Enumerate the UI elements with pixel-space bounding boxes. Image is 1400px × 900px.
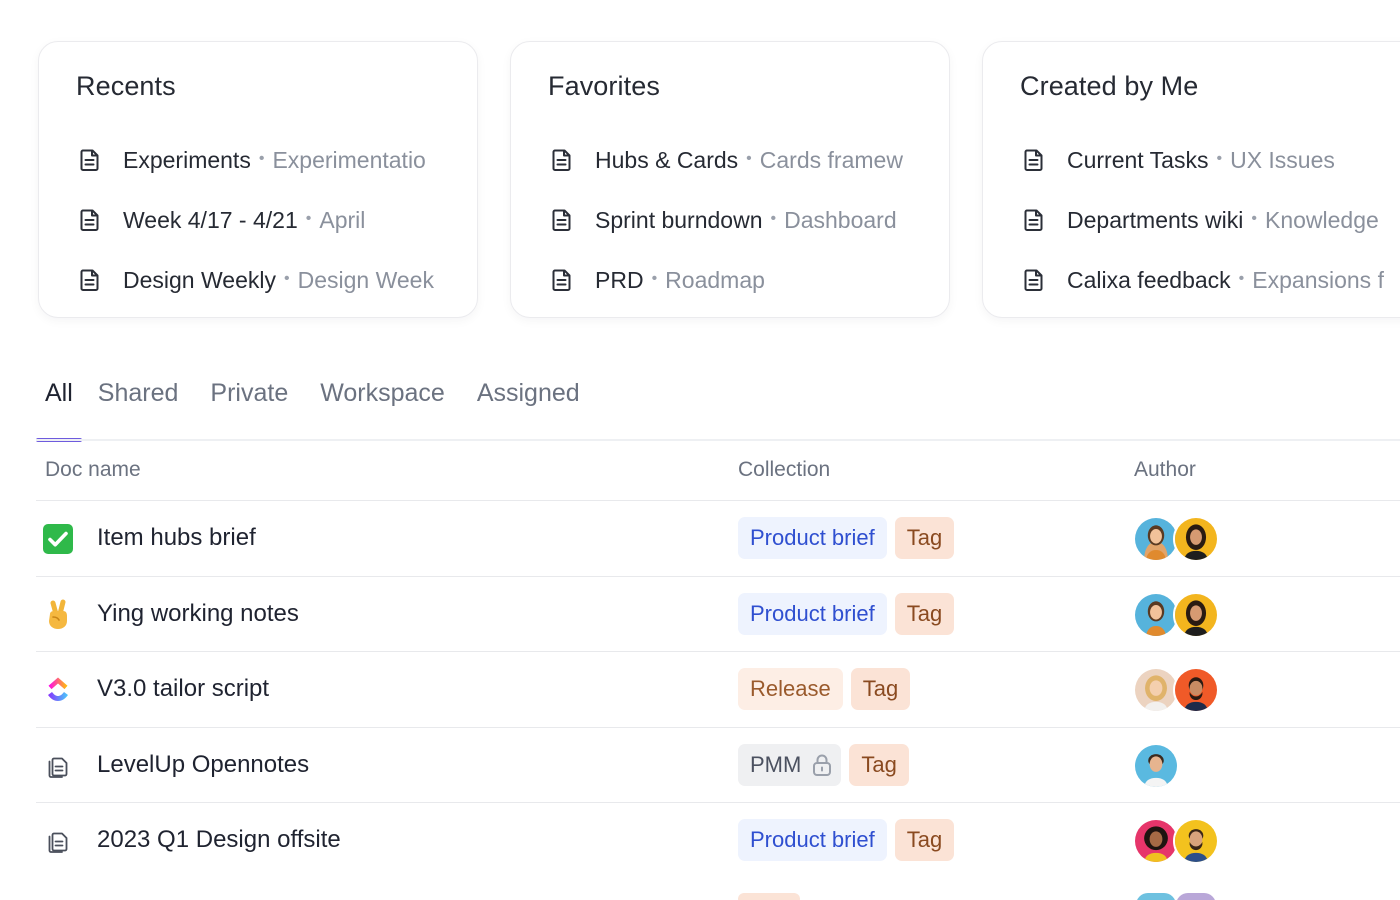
separator-dot: •	[1251, 210, 1257, 227]
favorites-card: Favorites Hubs & Cards • Cards framew Sp…	[510, 41, 950, 318]
item-location: Design Week	[297, 266, 434, 293]
document-icon	[1021, 267, 1047, 293]
favorite-item[interactable]: Sprint burndown • Dashboard	[549, 190, 929, 250]
doc-name: Item hubs brief	[97, 524, 256, 551]
tag-pill[interactable]: Tag	[849, 743, 909, 786]
collection-pill[interactable]: Product brief	[738, 592, 887, 635]
collection-pill[interactable]: Release	[738, 668, 843, 710]
item-location: April	[319, 206, 366, 233]
separator-dot: •	[770, 210, 777, 227]
separator-dot: •	[1238, 270, 1245, 287]
column-header-author[interactable]: Author	[1134, 458, 1196, 482]
card-title: Favorites	[548, 71, 660, 101]
doc-name: LevelUp Opennotes	[97, 750, 310, 778]
clickup-logo-icon	[42, 674, 74, 706]
documents-icon	[42, 750, 74, 782]
collection-pill[interactable]: Product brief	[738, 517, 887, 559]
tag-pill[interactable]: Tag	[894, 592, 955, 635]
table-row[interactable]: Ying working notes Product brief Tag	[36, 577, 1400, 652]
tab-private[interactable]: Private	[194, 372, 304, 442]
document-icon	[77, 267, 103, 293]
tag-pill[interactable]: Tag	[850, 668, 911, 710]
item-location: Roadmap	[665, 266, 765, 293]
tag-pill[interactable]: Tag	[894, 517, 955, 559]
item-location: UX Issues	[1230, 146, 1335, 173]
separator-dot: •	[651, 270, 658, 287]
collection-pill[interactable]: PMM	[738, 743, 842, 786]
avatar[interactable]	[1173, 667, 1219, 713]
created-item[interactable]: Departments wiki • Knowledge	[1021, 190, 1400, 250]
document-icon	[549, 207, 575, 233]
tab-shared[interactable]: Shared	[82, 372, 195, 442]
tab-assigned[interactable]: Assigned	[461, 372, 596, 442]
item-location: Knowledge	[1265, 206, 1379, 233]
next-row-avatar-edge	[1136, 893, 1176, 900]
document-icon	[77, 147, 103, 173]
favorite-item[interactable]: Hubs & Cards • Cards framew	[549, 130, 929, 190]
item-name: Calixa feedback	[1067, 266, 1231, 293]
check-emoji-icon	[42, 523, 74, 555]
doc-name: Ying working notes	[97, 599, 299, 627]
card-title: Recents	[76, 71, 176, 101]
separator-dot: •	[258, 150, 265, 167]
collection-label: PMM	[750, 751, 802, 777]
column-header-doc-name[interactable]: Doc name	[45, 458, 141, 482]
item-name: Departments wiki	[1067, 206, 1244, 233]
recent-item[interactable]: Design Weekly • Design Week	[77, 250, 457, 310]
item-name: Experiments	[123, 146, 251, 173]
document-icon	[1021, 207, 1047, 233]
table-header: Doc name Collection Author	[36, 441, 1400, 501]
item-location: Expansions f	[1252, 266, 1384, 293]
favorite-item[interactable]: PRD • Roadmap	[549, 250, 929, 310]
recents-card: Recents Experiments • Experimentatio Wee…	[38, 41, 478, 318]
item-name: PRD	[595, 266, 644, 293]
doc-name: 2023 Q1 Design offsite	[97, 826, 341, 853]
card-title: Created by Me	[1020, 71, 1199, 101]
document-icon	[77, 207, 103, 233]
tab-all[interactable]: All	[36, 372, 82, 442]
docs-table: Doc name Collection Author Item hubs bri…	[36, 441, 1400, 879]
item-name: Design Weekly	[123, 266, 276, 293]
table-row[interactable]: LevelUp Opennotes PMM Tag	[36, 728, 1400, 803]
item-name: Week 4/17 - 4/21	[123, 206, 298, 233]
table-row[interactable]: V3.0 tailor script Release Tag	[36, 652, 1400, 728]
tag-pill[interactable]: Tag	[894, 819, 955, 861]
recent-item[interactable]: Week 4/17 - 4/21 • April	[77, 190, 457, 250]
separator-dot: •	[283, 270, 290, 287]
document-icon	[549, 147, 575, 173]
item-name: Hubs & Cards	[595, 146, 739, 173]
avatar[interactable]	[1173, 818, 1219, 864]
victory-hand-emoji-icon	[42, 599, 74, 631]
recent-item[interactable]: Experiments • Experimentatio	[77, 130, 457, 190]
doc-name: V3.0 tailor script	[97, 675, 270, 702]
next-row-pill-edge	[738, 893, 800, 900]
avatar[interactable]	[1133, 742, 1179, 789]
item-location: Dashboard	[784, 206, 897, 233]
created-by-me-card: Created by Me Current Tasks • UX Issues …	[982, 41, 1400, 318]
created-item[interactable]: Calixa feedback • Expansions f	[1021, 250, 1400, 310]
item-location: Cards framew	[759, 146, 903, 173]
created-item[interactable]: Current Tasks • UX Issues	[1021, 130, 1400, 190]
tab-workspace[interactable]: Workspace	[304, 372, 461, 442]
doc-filter-tabs: All Shared Private Workspace Assigned	[36, 372, 596, 442]
separator-dot: •	[746, 150, 752, 167]
separator-dot: •	[305, 210, 312, 227]
next-row-avatar-edge	[1176, 893, 1216, 900]
item-name: Current Tasks	[1067, 146, 1209, 173]
avatar[interactable]	[1173, 516, 1219, 562]
column-header-collection[interactable]: Collection	[738, 458, 830, 482]
separator-dot: •	[1216, 150, 1223, 167]
collection-pill[interactable]: Product brief	[738, 819, 887, 861]
item-location: Experimentatio	[272, 146, 426, 173]
lock-icon	[813, 754, 832, 776]
item-name: Sprint burndown	[595, 206, 763, 233]
avatar[interactable]	[1173, 591, 1219, 638]
table-row[interactable]: Item hubs brief Product brief Tag	[36, 501, 1400, 577]
document-icon	[549, 267, 575, 293]
documents-icon	[42, 825, 74, 857]
document-icon	[1021, 147, 1047, 173]
table-row[interactable]: 2023 Q1 Design offsite Product brief Tag	[36, 803, 1400, 879]
